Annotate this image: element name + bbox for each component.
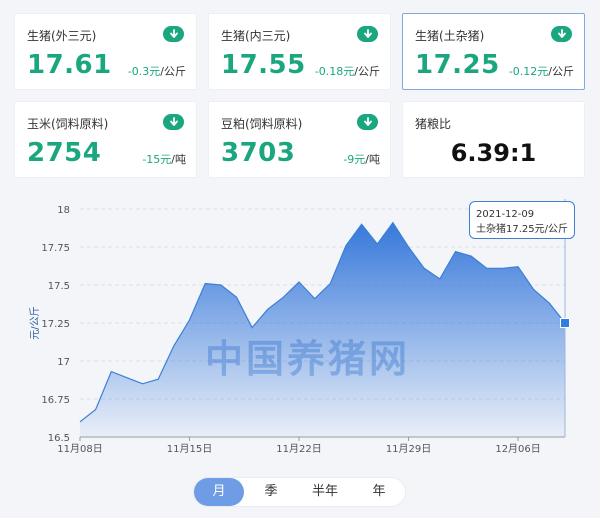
card-change: -9元/吨 bbox=[343, 153, 380, 166]
data-point[interactable] bbox=[79, 420, 82, 423]
data-point[interactable] bbox=[282, 296, 285, 299]
x-tick-label: 11月08日 bbox=[57, 443, 102, 455]
arrow-down-icon bbox=[357, 26, 378, 42]
card-value: 17.55 bbox=[221, 50, 306, 80]
data-point[interactable] bbox=[344, 244, 347, 247]
y-tick-label: 17.25 bbox=[41, 319, 70, 330]
x-tick-label: 11月22日 bbox=[276, 443, 321, 455]
x-tick-label: 11月29日 bbox=[386, 443, 431, 455]
card-value: 2754 bbox=[27, 138, 102, 168]
price-card-pig-inner[interactable]: 生猪(内三元) 17.55 -0.18元/公斤 bbox=[208, 13, 391, 90]
data-point[interactable] bbox=[313, 297, 316, 300]
data-point[interactable] bbox=[329, 282, 332, 285]
data-point[interactable] bbox=[172, 344, 175, 347]
arrow-down-icon bbox=[163, 26, 184, 42]
data-point[interactable] bbox=[188, 318, 191, 321]
y-tick-label: 17.5 bbox=[48, 281, 70, 292]
watermark-logo: 中国养猪网 bbox=[205, 337, 411, 381]
data-point[interactable] bbox=[204, 282, 207, 285]
price-card-pig-grain-ratio[interactable]: 猪粮比 6.39:1 bbox=[402, 101, 585, 178]
data-point[interactable] bbox=[532, 288, 535, 291]
data-point[interactable] bbox=[423, 267, 426, 270]
card-change: -15元/吨 bbox=[142, 153, 186, 166]
data-point[interactable] bbox=[470, 255, 473, 258]
data-point[interactable] bbox=[219, 284, 222, 287]
y-axis-label: 元/公斤 bbox=[29, 306, 41, 339]
data-point[interactable] bbox=[517, 265, 520, 268]
card-value: 3703 bbox=[221, 138, 296, 168]
card-change: -0.12元/公斤 bbox=[508, 65, 574, 78]
card-label: 生猪(内三元) bbox=[221, 29, 291, 43]
data-point[interactable] bbox=[125, 376, 128, 379]
data-point[interactable] bbox=[454, 250, 457, 253]
card-label: 玉米(饲料原料) bbox=[27, 117, 109, 131]
tooltip-text: 土杂猪17.25元/公斤 bbox=[476, 224, 568, 235]
data-point[interactable] bbox=[141, 382, 144, 385]
ratio-value: 6.39:1 bbox=[450, 139, 537, 167]
price-card-corn[interactable]: 玉米(饲料原料) 2754 -15元/吨 bbox=[14, 101, 197, 178]
data-point[interactable] bbox=[548, 302, 551, 305]
data-point[interactable] bbox=[376, 242, 379, 245]
data-point[interactable] bbox=[438, 277, 441, 280]
price-card-pig-outer[interactable]: 生猪(外三元) 17.61 -0.3元/公斤 bbox=[14, 13, 197, 90]
data-point[interactable] bbox=[157, 378, 160, 381]
card-value: 17.61 bbox=[27, 50, 112, 80]
data-point[interactable] bbox=[110, 370, 113, 373]
tooltip-date: 2021-12-09 bbox=[476, 209, 535, 220]
y-tick-label: 16.5 bbox=[48, 433, 70, 444]
arrow-down-icon bbox=[357, 114, 378, 130]
data-point[interactable] bbox=[235, 296, 238, 299]
data-point[interactable] bbox=[94, 408, 97, 411]
x-tick-label: 12月06日 bbox=[495, 443, 540, 455]
card-value: 17.25 bbox=[415, 50, 500, 80]
card-label: 猪粮比 bbox=[415, 117, 452, 131]
card-label: 生猪(土杂猪) bbox=[415, 29, 485, 43]
period-selector: 月 季 半年 年 bbox=[193, 477, 406, 507]
card-label: 生猪(外三元) bbox=[27, 29, 97, 43]
y-tick-label: 17 bbox=[57, 357, 70, 368]
data-point[interactable] bbox=[298, 280, 301, 283]
data-point[interactable] bbox=[501, 267, 504, 270]
y-tick-label: 18 bbox=[57, 205, 70, 216]
x-tick-label: 11月15日 bbox=[167, 443, 212, 455]
data-point[interactable] bbox=[407, 246, 410, 249]
arrow-down-icon bbox=[163, 114, 184, 130]
data-point[interactable] bbox=[485, 267, 488, 270]
price-card-pig-local[interactable]: 生猪(土杂猪) 17.25 -0.12元/公斤 bbox=[402, 13, 585, 90]
highlight-marker[interactable] bbox=[560, 318, 570, 328]
chart-tooltip: 2021-12-09 土杂猪17.25元/公斤 bbox=[469, 201, 575, 239]
card-label: 豆粕(饲料原料) bbox=[221, 117, 303, 131]
card-change: -0.3元/公斤 bbox=[127, 65, 186, 78]
y-tick-label: 16.75 bbox=[41, 395, 70, 406]
price-card-soymeal[interactable]: 豆粕(饲料原料) 3703 -9元/吨 bbox=[208, 101, 391, 178]
arrow-down-icon bbox=[551, 26, 572, 42]
tab-year[interactable]: 年 bbox=[354, 478, 404, 506]
tab-month[interactable]: 月 bbox=[194, 478, 244, 506]
tab-half-year[interactable]: 半年 bbox=[300, 478, 350, 506]
data-point[interactable] bbox=[391, 221, 394, 224]
data-point[interactable] bbox=[360, 223, 363, 226]
y-tick-label: 17.75 bbox=[41, 243, 70, 254]
card-change: -0.18元/公斤 bbox=[314, 65, 380, 78]
tab-quarter[interactable]: 季 bbox=[246, 478, 296, 506]
data-point[interactable] bbox=[266, 308, 269, 311]
